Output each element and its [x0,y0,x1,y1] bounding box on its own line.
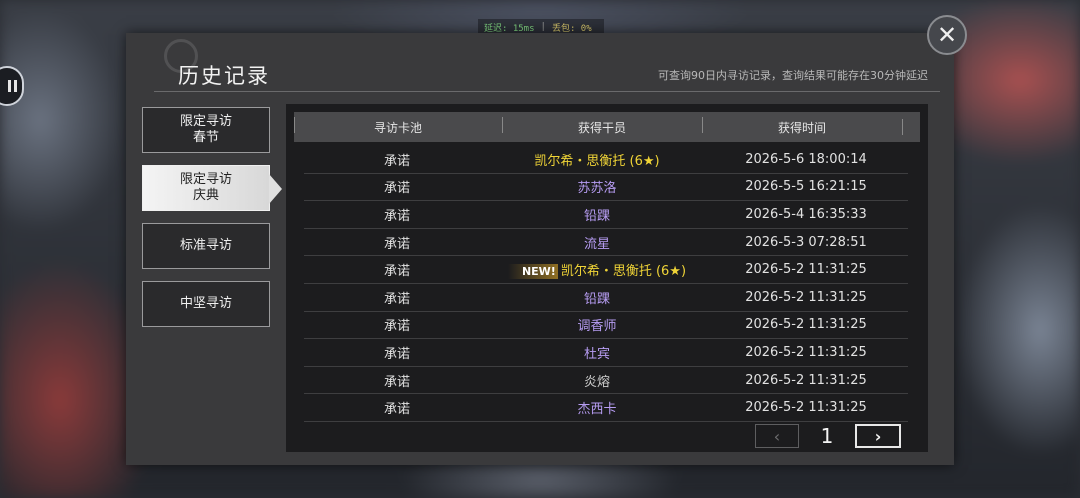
operator-name: 杜宾 [583,346,610,362]
operator-name: 苏苏洛 [577,181,617,197]
cell-pool: 承诺 [383,319,410,335]
operator-name: 杰西卡 [577,402,617,418]
operator-name: 流星 [583,236,610,252]
table-body: 承诺 凯尔希・思衡托 (6★) 2026-5-6 18:00:14 承诺 苏苏洛 2026… [304,146,908,422]
tab-core[interactable]: 中坚寻访 [142,281,270,327]
table-row: 承诺 铅踝 2026-5-2 11:31:25 [304,284,908,312]
cell-operator: 杰西卡 [490,398,704,417]
operator-name: 凯尔希・思衡托 (6★) [534,153,660,169]
cell-pool: 承诺 [383,264,410,280]
header-divider [902,119,903,135]
table-row: 承诺 杰西卡 2026-5-2 11:31:25 [304,394,908,422]
operator-name: 调香师 [577,319,617,335]
pause-icon [8,80,18,92]
header-operator: 获得干员 [502,116,702,136]
table-row: 承诺 流星 2026-5-3 07:28:51 [304,229,908,257]
next-page-button[interactable]: › [855,424,901,448]
close-icon: ✕ [936,21,958,49]
close-button[interactable]: ✕ [927,15,967,55]
cell-time: 2026-5-5 16:21:15 [745,179,867,195]
page-number: 1 [820,424,834,448]
cell-time: 2026-5-2 11:31:25 [745,262,867,278]
cell-pool: 承诺 [383,153,410,169]
cell-pool: 承诺 [383,374,410,390]
table-row: 承诺 NEW! 凯尔希・思衡托 (6★) 2026-5-2 11:31:25 [304,256,908,284]
operator-name: 铅踝 [583,291,610,307]
cell-time: 2026-5-2 11:31:25 [745,289,867,305]
cell-pool: 承诺 [383,236,410,252]
cell-time: 2026-5-6 18:00:14 [745,151,867,167]
cell-operator: 苏苏洛 [490,177,704,196]
chevron-right-icon: › [874,426,882,446]
chevron-left-icon: ‹ [773,426,781,446]
packet-loss-text: 丢包: 0% [551,23,592,34]
table-row: 承诺 杜宾 2026-5-2 11:31:25 [304,339,908,367]
table-row: 承诺 调香师 2026-5-2 11:31:25 [304,312,908,340]
tab-limited-celebration[interactable]: 限定寻访 庆典 [142,165,282,211]
tab-standard[interactable]: 标准寻访 [142,223,270,269]
table-row: 承诺 凯尔希・思衡托 (6★) 2026-5-6 18:00:14 [304,146,908,174]
table-row: 承诺 苏苏洛 2026-5-5 16:21:15 [304,174,908,202]
cell-time: 2026-5-4 16:35:33 [745,206,867,222]
cell-operator: 铅踝 [490,205,704,224]
cell-operator: 铅踝 [490,288,704,307]
cell-operator: NEW! 凯尔希・思衡托 (6★) [490,260,704,280]
cell-operator: 调香师 [490,315,704,334]
prev-page-button[interactable]: ‹ [755,424,799,448]
status-divider: | [540,22,546,32]
header-time: 获得时间 [702,116,902,136]
operator-name: 铅踝 [583,208,610,224]
cell-time: 2026-5-2 11:31:25 [745,372,867,388]
operator-name: 炎熔 [583,374,610,390]
cell-pool: 承诺 [383,291,410,307]
cell-pool: 承诺 [383,346,410,362]
cell-time: 2026-5-2 11:31:25 [745,400,867,416]
table-header: 寻访卡池 获得干员 获得时间 [294,112,920,142]
cell-pool: 承诺 [383,181,410,197]
page-title: 历史记录 [178,64,270,88]
latency-text: 延迟: 15ms [484,23,535,34]
title-divider [154,91,940,92]
cell-operator: 炎熔 [490,371,704,390]
cell-time: 2026-5-2 11:31:25 [745,317,867,333]
cell-operator: 流星 [490,233,704,252]
history-table: 寻访卡池 获得干员 获得时间 承诺 凯尔希・思衡托 (6★) 2026-5-6 18… [286,104,928,452]
new-badge: NEW! [507,264,558,280]
cell-time: 2026-5-3 07:28:51 [745,234,867,250]
cell-operator: 杜宾 [490,343,704,362]
cell-operator: 凯尔希・思衡托 (6★) [490,150,704,169]
cell-time: 2026-5-2 11:31:25 [745,344,867,360]
cell-pool: 承诺 [383,208,410,224]
tab-limited-spring-festival[interactable]: 限定寻访 春节 [142,107,270,153]
query-notice: 可查询90日内寻访记录，查询结果可能存在30分钟延迟 [658,69,928,82]
table-row: 承诺 铅踝 2026-5-4 16:35:33 [304,201,908,229]
table-row: 承诺 炎熔 2026-5-2 11:31:25 [304,367,908,395]
operator-name: 凯尔希・思衡托 (6★) [560,264,687,280]
header-pool: 寻访卡池 [294,116,502,136]
cell-pool: 承诺 [383,402,410,418]
